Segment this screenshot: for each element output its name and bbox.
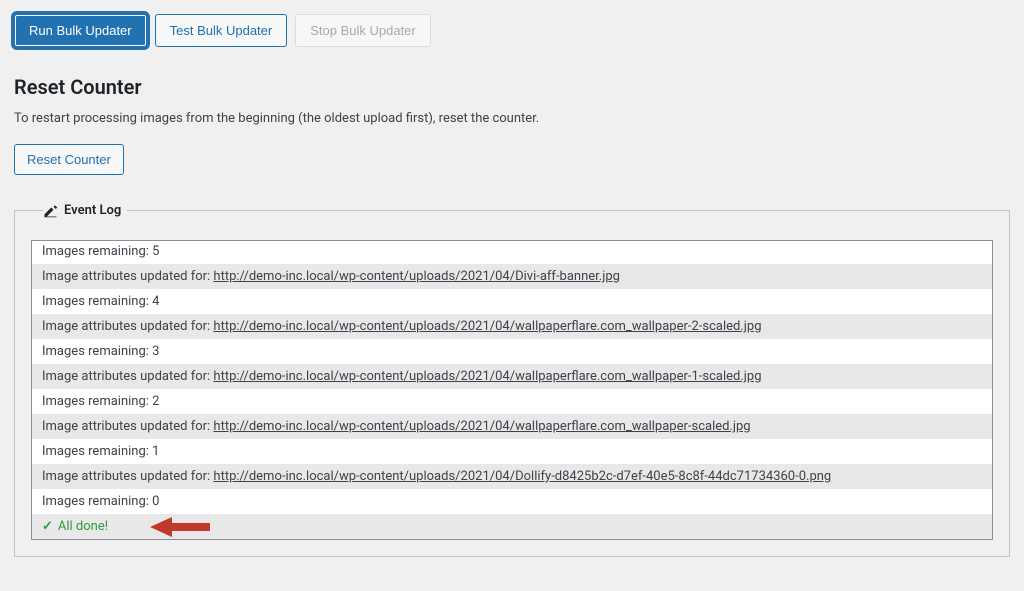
log-row: Images remaining: 1: [32, 439, 992, 464]
stop-bulk-updater-button: Stop Bulk Updater: [295, 14, 431, 47]
event-log-title: Event Log: [64, 203, 121, 218]
log-row: Images remaining: 5: [32, 241, 992, 264]
log-remaining-label: Images remaining:: [42, 394, 152, 409]
log-updated-link[interactable]: http://demo-inc.local/wp-content/uploads…: [213, 419, 750, 434]
event-log-legend: Event Log: [43, 203, 127, 218]
log-updated-label: Image attributes updated for:: [42, 469, 213, 484]
log-remaining-count: 4: [152, 294, 159, 309]
log-updated-link[interactable]: http://demo-inc.local/wp-content/uploads…: [213, 319, 761, 334]
reset-counter-description: To restart processing images from the be…: [14, 111, 1010, 126]
log-row: Image attributes updated for: http://dem…: [32, 314, 992, 339]
log-updated-label: Image attributes updated for:: [42, 269, 213, 284]
edit-icon: [43, 203, 58, 218]
log-row: Images remaining: 3: [32, 339, 992, 364]
log-remaining-label: Images remaining:: [42, 494, 152, 509]
log-remaining-label: Images remaining:: [42, 294, 152, 309]
check-icon: ✓: [42, 519, 53, 534]
log-remaining-count: 5: [152, 244, 159, 259]
test-bulk-updater-button[interactable]: Test Bulk Updater: [155, 14, 288, 47]
event-log-scroll[interactable]: Images remaining: 5Image attributes upda…: [32, 241, 992, 539]
log-row: Images remaining: 2: [32, 389, 992, 414]
log-remaining-label: Images remaining:: [42, 244, 152, 259]
log-updated-link[interactable]: http://demo-inc.local/wp-content/uploads…: [213, 269, 620, 284]
log-row: Image attributes updated for: http://dem…: [32, 264, 992, 289]
reset-counter-heading: Reset Counter: [14, 75, 1010, 99]
action-button-row: Run Bulk Updater Test Bulk Updater Stop …: [14, 14, 1010, 47]
log-row: Image attributes updated for: http://dem…: [32, 464, 992, 489]
log-remaining-count: 0: [152, 494, 159, 509]
log-row: Images remaining: 4: [32, 289, 992, 314]
event-log-panel: Event Log Images remaining: 5Image attri…: [14, 203, 1010, 557]
log-updated-link[interactable]: http://demo-inc.local/wp-content/uploads…: [213, 369, 761, 384]
log-row: Images remaining: 0: [32, 489, 992, 514]
annotation-arrow-icon: [150, 515, 210, 539]
event-log-container: Images remaining: 5Image attributes upda…: [31, 240, 993, 540]
log-updated-label: Image attributes updated for:: [42, 319, 213, 334]
log-remaining-count: 2: [152, 394, 159, 409]
log-row: ✓ All done!: [32, 514, 992, 539]
log-remaining-count: 3: [152, 344, 159, 359]
log-updated-label: Image attributes updated for:: [42, 419, 213, 434]
log-remaining-label: Images remaining:: [42, 444, 152, 459]
log-row: Image attributes updated for: http://dem…: [32, 414, 992, 439]
log-row: Image attributes updated for: http://dem…: [32, 364, 992, 389]
log-done-text: All done!: [58, 519, 108, 534]
log-updated-label: Image attributes updated for:: [42, 369, 213, 384]
run-bulk-updater-button[interactable]: Run Bulk Updater: [14, 14, 147, 47]
log-remaining-count: 1: [152, 444, 159, 459]
log-updated-link[interactable]: http://demo-inc.local/wp-content/uploads…: [213, 469, 831, 484]
reset-counter-button[interactable]: Reset Counter: [14, 144, 124, 175]
log-remaining-label: Images remaining:: [42, 344, 152, 359]
